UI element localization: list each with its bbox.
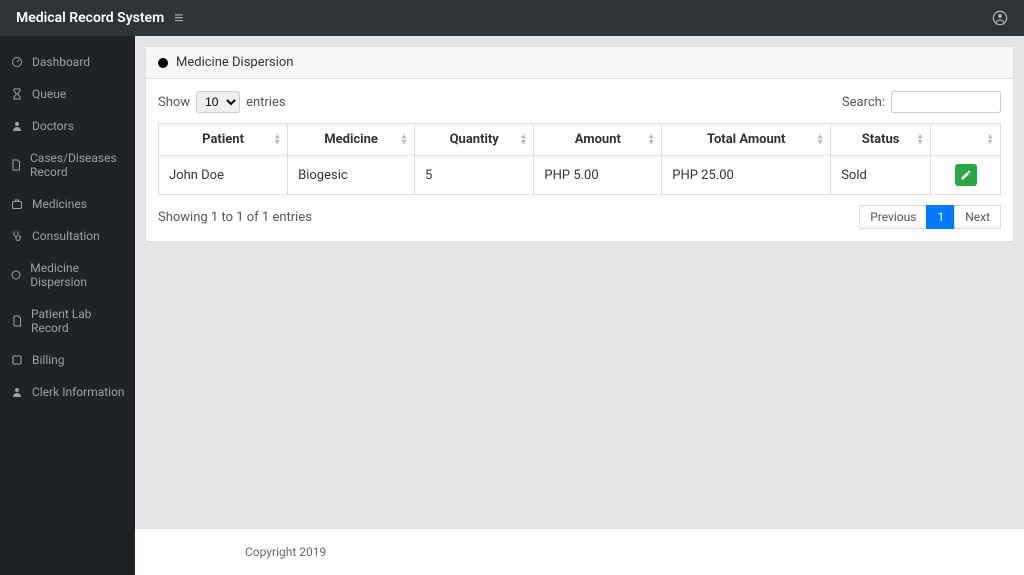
sidebar-item-label: Dashboard [32,55,90,69]
previous-button[interactable]: Previous [859,205,927,229]
search-input[interactable] [891,91,1001,113]
table-controls: Show 10 entries Search: [158,91,1001,113]
cell-medicine: Biogesic [288,156,415,195]
pencil-icon [960,169,972,181]
sort-icon: ▲▼ [916,133,924,146]
table-footer: Showing 1 to 1 of 1 entries Previous 1 N… [158,205,1001,229]
table-info: Showing 1 to 1 of 1 entries [158,210,312,225]
sidebar-item-label: Doctors [32,119,74,133]
cell-status: Sold [831,156,931,195]
sidebar-item-doctors[interactable]: Doctors [0,110,135,142]
table-row: John Doe Biogesic 5 PHP 5.00 PHP 25.00 S… [159,156,1001,195]
sidebar-item-medicines[interactable]: Medicines [0,188,135,220]
hourglass-icon [10,88,24,100]
sidebar-item-label: Cases/Diseases Record [30,151,125,179]
app-title: Medical Record System [16,10,164,26]
search-wrap: Search: [842,91,1001,113]
data-table: Patient▲▼ Medicine▲▼ Quantity▲▼ Amount▲▼… [158,123,1001,195]
sidebar-item-label: Queue [32,87,66,101]
sort-icon: ▲▼ [816,133,824,146]
cell-amount: PHP 5.00 [534,156,662,195]
sidebar-item-lab[interactable]: Patient Lab Record [0,298,135,344]
cell-actions [931,156,1001,195]
sidebar-item-clerk[interactable]: Clerk Information [0,376,135,408]
sort-icon: ▲▼ [647,133,655,146]
sidebar-item-consultation[interactable]: Consultation [0,220,135,252]
topbar-left: Medical Record System ≡ [16,8,184,28]
show-entries: Show 10 entries [158,91,286,113]
sidebar-item-label: Billing [32,353,65,367]
page-1-button[interactable]: 1 [926,205,955,229]
card: Medicine Dispersion Show 10 entries Sear… [145,46,1014,242]
kit-icon [10,198,24,210]
sidebar-item-queue[interactable]: Queue [0,78,135,110]
col-amount[interactable]: Amount▲▼ [534,124,662,156]
col-total[interactable]: Total Amount▲▼ [662,124,831,156]
col-status[interactable]: Status▲▼ [831,124,931,156]
page-title: Medicine Dispersion [176,55,293,70]
copyright: Copyright 2019 [245,545,326,559]
col-patient[interactable]: Patient▲▼ [159,124,288,156]
sidebar-item-label: Clerk Information [32,385,125,399]
sidebar-item-label: Medicine Dispersion [30,261,125,289]
file-icon [10,315,23,327]
sidebar-item-cases[interactable]: Cases/Diseases Record [0,142,135,188]
dashboard-icon [10,56,24,68]
user-icon[interactable] [992,10,1008,26]
hamburger-icon[interactable]: ≡ [174,8,183,28]
file-icon [10,159,22,171]
footer: Copyright 2019 [135,528,1024,575]
cell-patient: John Doe [159,156,288,195]
sort-icon: ▲▼ [986,133,994,146]
stethoscope-icon [10,230,24,242]
show-label-pre: Show [158,95,190,110]
square-icon [10,354,24,366]
sidebar-item-dashboard[interactable]: Dashboard [0,46,135,78]
cell-total: PHP 25.00 [662,156,831,195]
sidebar-item-billing[interactable]: Billing [0,344,135,376]
dot-icon [158,58,168,68]
search-label: Search: [842,95,885,110]
table-header-row: Patient▲▼ Medicine▲▼ Quantity▲▼ Amount▲▼… [159,124,1001,156]
person-icon [10,386,24,398]
sort-icon: ▲▼ [520,133,528,146]
sidebar-item-label: Consultation [32,229,100,243]
sort-icon: ▲▼ [400,133,408,146]
sidebar-item-label: Patient Lab Record [31,307,125,335]
topbar: Medical Record System ≡ [0,0,1024,36]
person-icon [10,120,24,132]
entries-select[interactable]: 10 [196,91,240,113]
sidebar: Dashboard Queue Doctors Cases/Diseases R… [0,36,135,575]
sidebar-item-label: Medicines [32,197,87,211]
next-button[interactable]: Next [954,205,1001,229]
cell-quantity: 5 [415,156,534,195]
pagination: Previous 1 Next [859,205,1001,229]
col-quantity[interactable]: Quantity▲▼ [415,124,534,156]
sidebar-item-dispersion[interactable]: Medicine Dispersion [0,252,135,298]
col-actions[interactable]: ▲▼ [931,124,1001,156]
card-header: Medicine Dispersion [146,47,1013,79]
col-medicine[interactable]: Medicine▲▼ [288,124,415,156]
edit-button[interactable] [955,164,977,186]
show-label-post: entries [246,95,286,110]
circle-icon [10,269,22,281]
sort-icon: ▲▼ [273,133,281,146]
